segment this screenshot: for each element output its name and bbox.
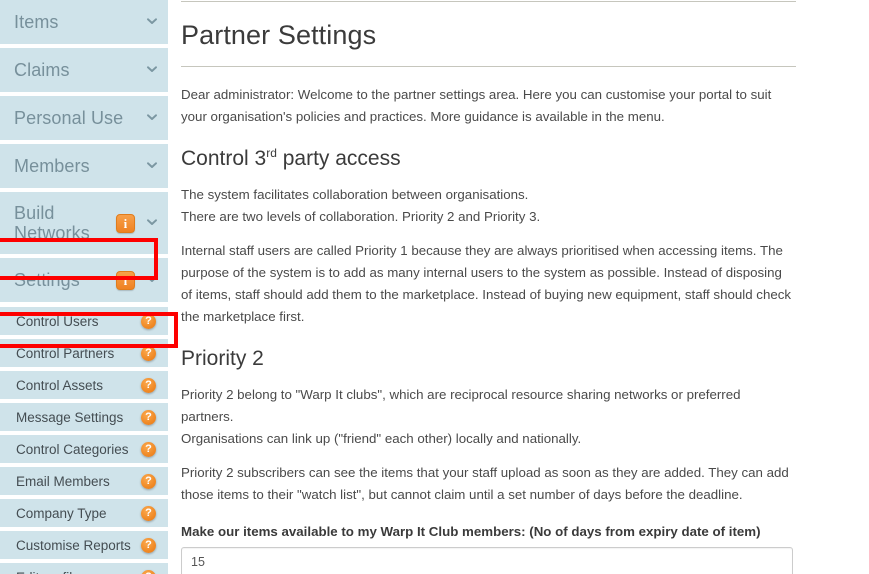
section-heading-control-third-party: Control 3rd party access xyxy=(181,147,793,171)
heading-ordinal-suffix: rd xyxy=(266,146,277,160)
sidebar-item-message-settings[interactable]: Message Settings ? xyxy=(0,403,168,431)
sidebar-item-label: Members xyxy=(14,155,90,176)
chevron-down-icon[interactable] xyxy=(146,159,158,171)
info-icon[interactable]: i xyxy=(116,213,135,233)
sidebar-item-control-users[interactable]: Control Users ? xyxy=(0,307,168,335)
sidebar-item-email-members[interactable]: Email Members ? xyxy=(0,467,168,495)
sidebar-item-label: Control Assets xyxy=(16,377,104,393)
help-icon[interactable]: ? xyxy=(141,569,156,574)
sidebar-item-members[interactable]: Members xyxy=(0,144,168,188)
help-icon[interactable]: ? xyxy=(141,377,156,393)
sidebar-item-label: Claims xyxy=(14,59,70,80)
help-icon[interactable]: ? xyxy=(141,473,156,489)
heading-text-pre: Control 3 xyxy=(181,147,267,170)
collaboration-line-2: There are two levels of collaboration. P… xyxy=(181,209,541,224)
help-icon[interactable]: ? xyxy=(141,345,156,361)
help-icon[interactable]: ? xyxy=(141,537,156,553)
sidebar-item-label: Email Members xyxy=(16,473,110,489)
title-divider xyxy=(181,66,796,67)
sidebar-item-control-assets[interactable]: Control Assets ? xyxy=(0,371,168,399)
sidebar-item-label: Items xyxy=(14,11,59,32)
priority-two-clubs-line-2: Organisations can link up ("friend" each… xyxy=(181,431,582,446)
sidebar-item-personal-use[interactable]: Personal Use xyxy=(0,96,168,140)
sidebar-item-settings[interactable]: Settings i xyxy=(0,258,168,302)
chevron-down-icon[interactable] xyxy=(146,216,158,228)
section-heading-priority-2: Priority 2 xyxy=(181,347,264,370)
sidebar-item-label: Build Networks xyxy=(14,202,90,243)
chevron-down-icon[interactable] xyxy=(146,273,158,285)
help-icon[interactable]: ? xyxy=(141,409,156,425)
sidebar-item-items[interactable]: Items xyxy=(0,0,168,44)
sidebar-item-customise-reports[interactable]: Customise Reports ? xyxy=(0,531,168,559)
sidebar: Items Claims Personal Use Members Build xyxy=(0,0,168,574)
heading-text-post: party access xyxy=(276,147,401,170)
sidebar-item-label: Settings xyxy=(14,269,80,290)
main-content: Partner Settings Dear administrator: Wel… xyxy=(168,0,869,574)
collaboration-line-1: The system facilitates collaboration bet… xyxy=(181,187,529,202)
sidebar-item-build-networks[interactable]: Build Networks i xyxy=(0,192,168,254)
chevron-down-icon[interactable] xyxy=(146,111,158,123)
help-icon[interactable]: ? xyxy=(141,441,156,457)
sidebar-item-edit-profile[interactable]: Edit profile ? xyxy=(0,563,168,574)
priority-one-paragraph: Internal staff users are called Priority… xyxy=(181,243,792,324)
days-input[interactable] xyxy=(181,547,793,574)
help-icon[interactable]: ? xyxy=(141,313,156,329)
sidebar-item-label: Company Type xyxy=(16,505,107,521)
sidebar-item-label: Edit profile xyxy=(16,570,141,574)
top-divider xyxy=(181,1,796,2)
page-root: Items Claims Personal Use Members Build xyxy=(0,0,869,574)
priority-two-clubs-paragraph: Priority 2 belong to "Warp It clubs", wh… xyxy=(181,384,793,450)
sidebar-item-label: Personal Use xyxy=(14,107,124,128)
sidebar-item-label: Control Partners xyxy=(16,345,115,361)
sidebar-item-company-type[interactable]: Company Type ? xyxy=(0,499,168,527)
help-icon[interactable]: ? xyxy=(141,505,156,521)
sidebar-item-control-categories[interactable]: Control Categories ? xyxy=(0,435,168,463)
priority-two-clubs-line-1: Priority 2 belong to "Warp It clubs", wh… xyxy=(181,387,741,424)
page-title: Partner Settings xyxy=(181,20,377,50)
days-field-label: Make our items available to my Warp It C… xyxy=(181,524,761,539)
sidebar-item-label: Control Categories xyxy=(16,441,129,457)
info-icon[interactable]: i xyxy=(116,270,135,290)
collaboration-lines: The system facilitates collaboration bet… xyxy=(181,184,793,228)
sidebar-item-control-partners[interactable]: Control Partners ? xyxy=(0,339,168,367)
intro-paragraph: Dear administrator: Welcome to the partn… xyxy=(181,87,772,124)
sidebar-item-label: Control Users xyxy=(16,313,99,329)
chevron-down-icon[interactable] xyxy=(146,63,158,75)
sidebar-item-label: Message Settings xyxy=(16,409,124,425)
sidebar-item-claims[interactable]: Claims xyxy=(0,48,168,92)
chevron-down-icon[interactable] xyxy=(146,15,158,27)
priority-two-subscribers-paragraph: Priority 2 subscribers can see the items… xyxy=(181,465,789,502)
sidebar-item-label: Customise Reports xyxy=(16,537,131,553)
